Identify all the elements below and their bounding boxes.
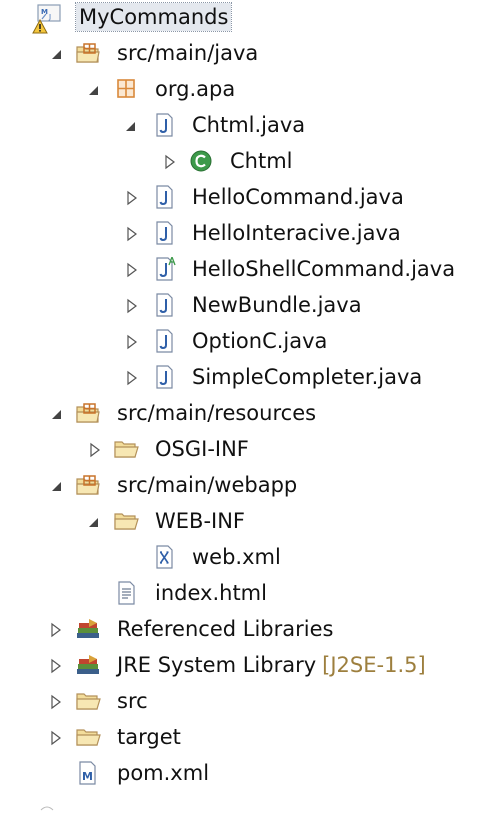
tree-row-hello-shell-command[interactable]: HelloShellCommand.java bbox=[0, 254, 490, 284]
chevron-down-icon[interactable] bbox=[123, 116, 139, 134]
tree-label: src bbox=[117, 689, 148, 713]
package-icon bbox=[113, 77, 139, 101]
chevron-right-icon[interactable] bbox=[124, 296, 140, 314]
tree-row-src[interactable]: src bbox=[0, 686, 490, 716]
chevron-right-icon[interactable] bbox=[124, 188, 140, 206]
tree-label: index.html bbox=[155, 581, 267, 605]
tree-label: WEB-INF bbox=[155, 509, 245, 533]
svg-text:M: M bbox=[82, 770, 93, 783]
svg-text:J: J bbox=[48, 13, 51, 21]
jre-version-decoration: [J2SE-1.5] bbox=[322, 653, 426, 677]
tree-label: target bbox=[117, 725, 181, 749]
warning-overlay-icon bbox=[32, 15, 48, 34]
tree-label: web.xml bbox=[192, 545, 281, 569]
chevron-right-icon[interactable] bbox=[87, 440, 103, 458]
folder-icon bbox=[113, 437, 139, 461]
source-folder-icon bbox=[75, 401, 101, 425]
tree-row-hello-command[interactable]: HelloCommand.java bbox=[0, 182, 490, 212]
chevron-down-icon[interactable] bbox=[86, 512, 102, 530]
tree-label: MyCommands bbox=[74, 2, 233, 32]
chevron-down-icon[interactable] bbox=[49, 404, 65, 422]
tree-row-src-main-java[interactable]: src/main/java bbox=[0, 38, 490, 68]
class-icon bbox=[189, 149, 215, 173]
library-icon bbox=[75, 617, 101, 641]
chevron-right-icon[interactable] bbox=[48, 656, 64, 674]
source-folder-icon bbox=[75, 41, 101, 65]
chevron-right-icon[interactable] bbox=[124, 332, 140, 350]
maven-file-icon: M bbox=[75, 761, 101, 785]
chevron-down-icon[interactable] bbox=[86, 80, 102, 98]
folder-icon bbox=[75, 725, 101, 749]
chevron-right-icon[interactable] bbox=[48, 692, 64, 710]
tree-label: OptionC.java bbox=[192, 329, 328, 353]
tree-row-osgi-inf[interactable]: OSGI-INF bbox=[0, 434, 490, 464]
chevron-right-icon[interactable] bbox=[124, 368, 140, 386]
tree-label: OSGI-INF bbox=[155, 437, 249, 461]
tree-label-text: JRE System Library bbox=[117, 653, 317, 677]
tree-label: HelloCommand.java bbox=[192, 185, 404, 209]
html-file-icon bbox=[113, 581, 139, 605]
tree-label: NewBundle.java bbox=[192, 293, 362, 317]
chevron-right-icon[interactable] bbox=[48, 620, 64, 638]
tree-label: src/main/webapp bbox=[117, 473, 298, 497]
chevron-right-icon[interactable] bbox=[124, 224, 140, 242]
tree-row-hello-interacive[interactable]: HelloInteracive.java bbox=[0, 218, 490, 248]
chevron-right-icon[interactable] bbox=[48, 728, 64, 746]
tree-label: SimpleCompleter.java bbox=[192, 365, 423, 389]
tree-row-jre-system-library[interactable]: JRE System Library [J2SE-1.5] bbox=[0, 650, 490, 680]
tree-row-target[interactable]: target bbox=[0, 722, 490, 752]
tree-row-simple-completer[interactable]: SimpleCompleter.java bbox=[0, 362, 490, 392]
cut-off-row-fragment bbox=[40, 793, 54, 811]
package-explorer-tree: M J MyCommands src/main/java org.apa Cht… bbox=[0, 0, 500, 832]
tree-label: org.apa bbox=[155, 77, 236, 101]
tree-row-referenced-libraries[interactable]: Referenced Libraries bbox=[0, 614, 490, 644]
tree-label: src/main/java bbox=[117, 41, 259, 65]
tree-row-src-main-webapp[interactable]: src/main/webapp bbox=[0, 470, 490, 500]
java-abstract-file-icon bbox=[151, 255, 177, 281]
java-file-icon bbox=[151, 293, 177, 317]
tree-row-pom-xml[interactable]: M pom.xml bbox=[0, 758, 490, 788]
tree-label: Chtml.java bbox=[192, 113, 306, 137]
chevron-down-icon[interactable] bbox=[49, 44, 65, 62]
tree-row-package-org-apa[interactable]: org.apa bbox=[0, 74, 490, 104]
tree-row-new-bundle[interactable]: NewBundle.java bbox=[0, 290, 490, 320]
tree-row-src-main-resources[interactable]: src/main/resources bbox=[0, 398, 490, 428]
tree-row-option-c[interactable]: OptionC.java bbox=[0, 326, 490, 356]
tree-label: pom.xml bbox=[117, 761, 210, 785]
chevron-right-icon[interactable] bbox=[162, 152, 178, 170]
tree-label: HelloShellCommand.java bbox=[192, 257, 456, 281]
folder-icon bbox=[75, 689, 101, 713]
tree-label: src/main/resources bbox=[117, 401, 317, 425]
library-icon bbox=[75, 653, 101, 677]
java-file-icon bbox=[151, 365, 177, 389]
chevron-right-icon[interactable] bbox=[124, 260, 140, 278]
tree-row-index-html[interactable]: index.html bbox=[0, 578, 490, 608]
tree-row-web-xml[interactable]: web.xml bbox=[0, 542, 490, 572]
tree-row-project[interactable]: M J MyCommands bbox=[0, 2, 490, 34]
java-file-icon bbox=[151, 185, 177, 209]
tree-row-chtml-java[interactable]: Chtml.java bbox=[0, 110, 490, 140]
tree-label: HelloInteracive.java bbox=[192, 221, 401, 245]
java-file-icon bbox=[151, 113, 177, 137]
tree-label: JRE System Library [J2SE-1.5] bbox=[117, 651, 426, 679]
tree-label: Chtml bbox=[230, 149, 293, 173]
folder-icon bbox=[113, 509, 139, 533]
tree-row-web-inf[interactable]: WEB-INF bbox=[0, 506, 490, 536]
source-folder-icon bbox=[75, 473, 101, 497]
xml-file-icon bbox=[151, 545, 177, 569]
java-file-icon bbox=[151, 221, 177, 245]
tree-row-chtml-class[interactable]: Chtml bbox=[0, 146, 490, 176]
chevron-down-icon[interactable] bbox=[49, 476, 65, 494]
java-file-icon bbox=[151, 329, 177, 353]
tree-label: Referenced Libraries bbox=[117, 617, 334, 641]
